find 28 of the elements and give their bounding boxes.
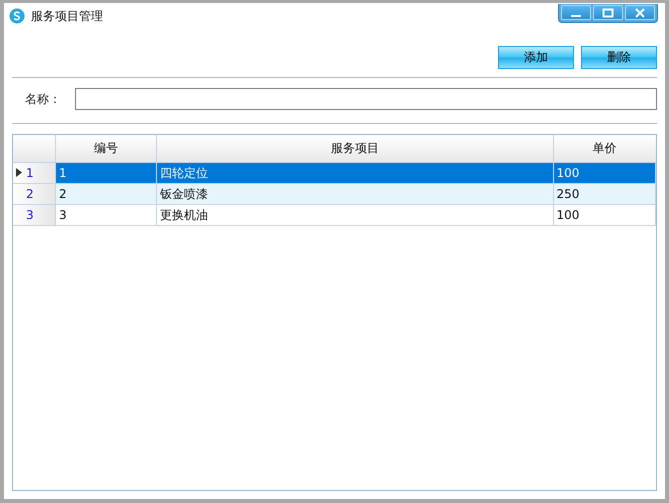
row-header[interactable]: 2 (24, 187, 34, 201)
row-header[interactable]: 1 (24, 166, 34, 180)
name-label: 名称： (25, 90, 62, 108)
current-row-icon (16, 168, 22, 177)
table-cell: 四轮定位 (156, 162, 553, 184)
maximize-icon (602, 8, 614, 18)
close-button[interactable] (625, 5, 655, 20)
table-cell: 250 (553, 184, 656, 204)
table-cell: 1 (56, 162, 156, 184)
minimize-button[interactable] (561, 5, 591, 20)
table-cell: 2 (56, 184, 156, 204)
window-title: 服务项目管理 (31, 8, 103, 24)
toolbar-button[interactable]: 删除 (581, 46, 657, 69)
table-cell: 更换机油 (156, 204, 553, 226)
row-header[interactable]: 3 (24, 208, 34, 222)
column-header[interactable]: 单价 (553, 135, 656, 162)
minimize-icon (571, 14, 581, 16)
maximize-button[interactable] (593, 5, 623, 20)
table-cell: 钣金喷漆 (156, 184, 553, 204)
close-icon (634, 8, 646, 18)
toolbar-button[interactable]: 添加 (498, 46, 574, 69)
app-icon (9, 8, 25, 24)
column-header[interactable]: 编号 (56, 135, 156, 162)
name-input-field[interactable] (75, 88, 657, 110)
table-cell: 100 (553, 162, 656, 184)
table-cell: 100 (553, 204, 656, 226)
table-cell: 3 (56, 204, 156, 226)
column-header[interactable]: 服务项目 (156, 135, 553, 162)
